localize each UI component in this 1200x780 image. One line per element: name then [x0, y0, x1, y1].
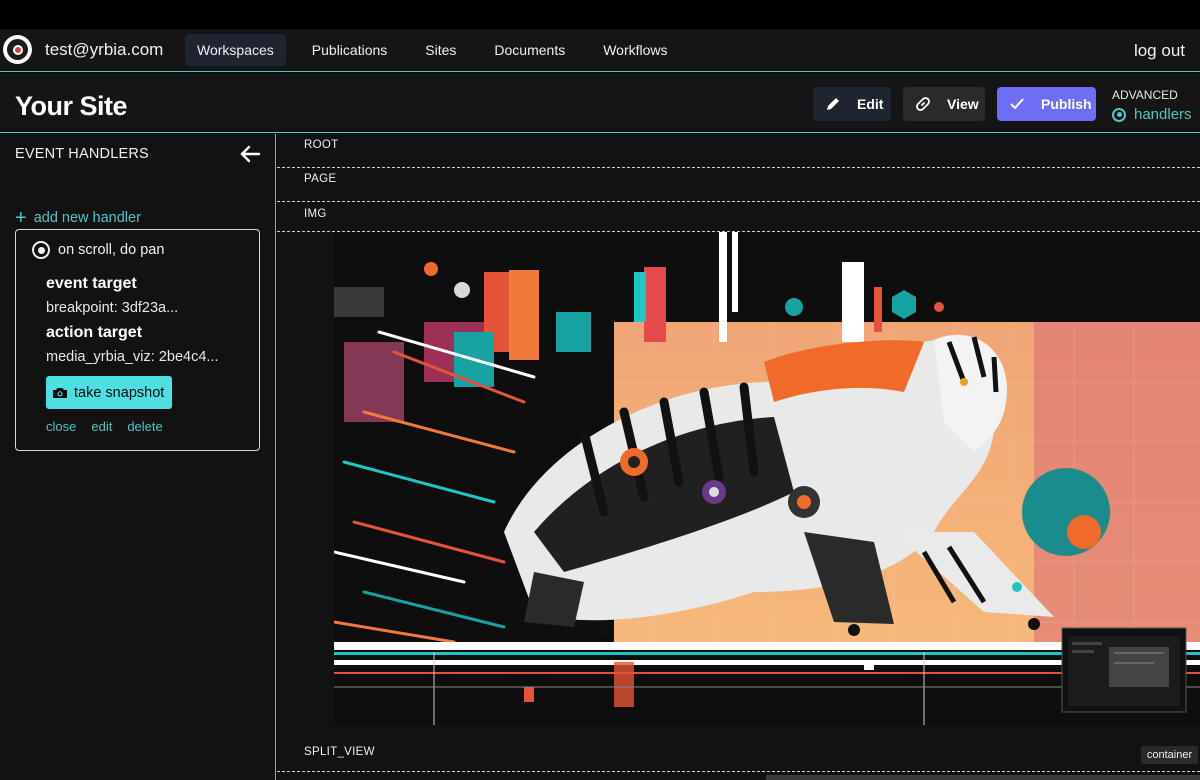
split-view-bar — [766, 775, 1200, 780]
edit-link[interactable]: edit — [91, 419, 112, 434]
advanced-label: ADVANCED — [1112, 88, 1178, 102]
action-target-value: media_yrbia_viz: 2be4c4... — [46, 349, 219, 365]
publish-button[interactable]: Publish — [997, 87, 1096, 121]
main-nav: Workspaces Publications Sites Documents … — [185, 34, 694, 66]
plus-icon: + — [15, 207, 27, 229]
event-handlers-panel: EVENT HANDLERS + add new handler on scro… — [0, 134, 276, 780]
close-link[interactable]: close — [46, 419, 76, 434]
crumb-img-label: IMG — [304, 208, 327, 220]
event-target-heading: event target — [46, 275, 137, 292]
edit-button-label: Edit — [857, 96, 884, 112]
crumb-img[interactable]: IMG — [277, 203, 1200, 232]
crumb-root[interactable]: ROOT — [277, 134, 1200, 168]
event-target-value: breakpoint: 3df23a... — [46, 300, 179, 316]
handler-card: on scroll, do pan event target breakpoin… — [15, 229, 260, 451]
nav-workflows[interactable]: Workflows — [591, 34, 679, 66]
top-navbar: test@yrbia.com Workspaces Publications S… — [0, 29, 1200, 72]
crumb-divider — [277, 771, 1200, 772]
radio-selected-icon — [1112, 107, 1126, 122]
view-button-label: View — [947, 96, 979, 112]
nav-workspaces[interactable]: Workspaces — [185, 34, 286, 66]
add-handler-button[interactable]: + add new handler — [15, 208, 141, 228]
container-badge: container — [1141, 746, 1198, 764]
add-handler-label: add new handler — [33, 210, 141, 226]
logo-ring — [7, 39, 28, 60]
site-header: Your Site Edit View Publish ADVANCED han… — [0, 73, 1200, 133]
publish-button-label: Publish — [1041, 96, 1092, 112]
view-button[interactable]: View — [903, 87, 985, 121]
edit-button[interactable]: Edit — [813, 87, 891, 121]
split-view-label: SPLIT_VIEW — [304, 746, 375, 758]
arrow-left-icon[interactable] — [238, 142, 262, 166]
handlers-toggle[interactable]: handlers — [1112, 106, 1192, 123]
nav-sites[interactable]: Sites — [413, 34, 468, 66]
nav-documents[interactable]: Documents — [482, 34, 577, 66]
canvas-area: ROOT PAGE IMG SPLIT_VIEW — [277, 134, 1200, 780]
app-logo[interactable] — [3, 35, 32, 64]
take-snapshot-button[interactable]: take snapshot — [46, 376, 172, 409]
delete-link[interactable]: delete — [127, 419, 162, 434]
handler-name: on scroll, do pan — [58, 242, 165, 258]
robotic-tiger-artwork[interactable] — [334, 232, 1200, 725]
handler-actions: close edit delete — [46, 419, 178, 434]
handler-option[interactable]: on scroll, do pan — [32, 241, 164, 259]
crumb-root-label: ROOT — [304, 139, 339, 151]
logout-link[interactable]: log out — [1134, 41, 1185, 61]
page-title: Your Site — [15, 91, 128, 121]
pencil-icon — [823, 94, 843, 114]
panel-title: EVENT HANDLERS — [15, 146, 149, 162]
logo-dot — [12, 44, 23, 55]
handlers-label: handlers — [1134, 106, 1192, 123]
link-icon — [913, 94, 933, 114]
camera-icon — [52, 385, 68, 401]
crumb-page-label: PAGE — [304, 173, 337, 185]
take-snapshot-label: take snapshot — [74, 384, 165, 401]
user-email: test@yrbia.com — [45, 40, 164, 59]
nav-publications[interactable]: Publications — [300, 34, 400, 66]
action-target-heading: action target — [46, 324, 143, 341]
radio-selected-icon — [32, 241, 50, 259]
crumb-page[interactable]: PAGE — [277, 168, 1200, 202]
check-icon — [1007, 94, 1027, 114]
window-top-strip — [0, 0, 1200, 29]
